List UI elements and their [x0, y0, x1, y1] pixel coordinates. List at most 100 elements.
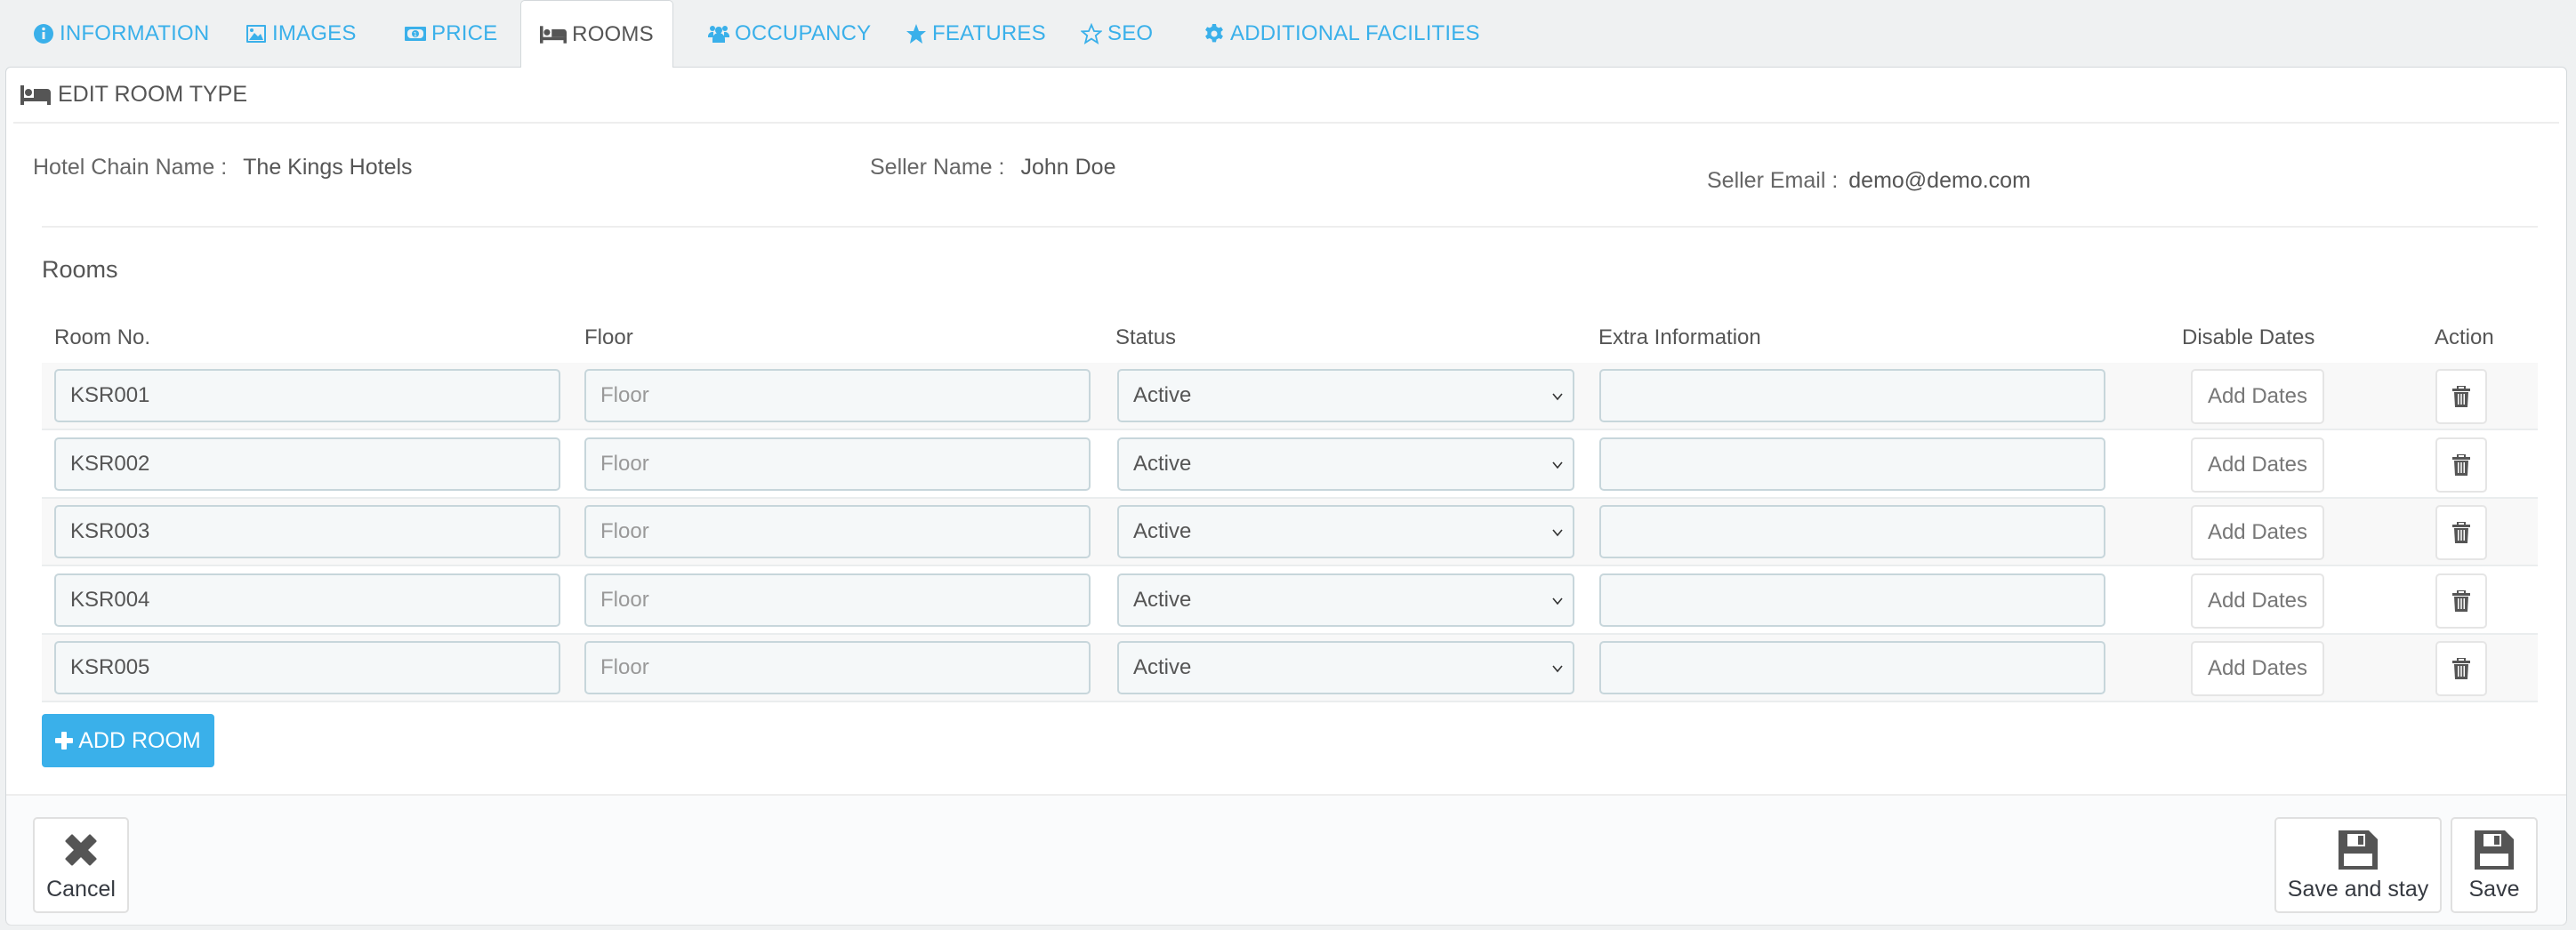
chevron-down-icon — [1552, 529, 1563, 537]
tab-seo[interactable]: SEO — [1081, 0, 1153, 67]
tab-label: INFORMATION — [60, 20, 210, 45]
delete-room-button[interactable] — [2435, 437, 2487, 493]
tab-images[interactable]: IMAGES — [246, 0, 357, 67]
add-room-label: ADD ROOM — [78, 727, 201, 753]
status-select[interactable]: Active — [1117, 641, 1574, 694]
save-icon — [2339, 830, 2378, 870]
status-value: Active — [1133, 587, 1192, 612]
seller-email-label: Seller Email : — [1707, 168, 1839, 193]
add-dates-button[interactable]: Add Dates — [2191, 369, 2324, 424]
table-row: KSR005 Floor Active Add Dates — [42, 635, 2538, 702]
trash-icon — [2452, 453, 2470, 476]
tab-label: SEO — [1107, 20, 1154, 45]
save-and-stay-button[interactable]: Save and stay — [2274, 817, 2442, 913]
status-select[interactable]: Active — [1117, 369, 1574, 422]
status-select[interactable]: Active — [1117, 505, 1574, 558]
add-room-button[interactable]: ADD ROOM — [42, 714, 214, 767]
chevron-down-icon — [1552, 665, 1563, 673]
extra-information-input[interactable] — [1599, 641, 2105, 694]
close-icon — [65, 834, 97, 865]
tab-label: ADDITIONAL FACILITIES — [1230, 20, 1480, 45]
tab-label: IMAGES — [272, 20, 357, 45]
add-dates-button[interactable]: Add Dates — [2191, 641, 2324, 696]
hotel-chain-label: Hotel Chain Name : — [33, 155, 228, 180]
chevron-down-icon — [1552, 461, 1563, 469]
status-select[interactable]: Active — [1117, 573, 1574, 627]
trash-icon — [2452, 589, 2470, 612]
rooms-table-header: Room No. Floor Status Extra Information … — [42, 315, 2538, 365]
save-button[interactable]: Save — [2451, 817, 2538, 913]
rooms-section-label: Rooms — [42, 256, 118, 283]
tab-bar: INFORMATION IMAGES 1 PRICE ROOMS OCCUPAN… — [0, 0, 2576, 68]
table-row: KSR003 Floor Active Add Dates — [42, 499, 2538, 566]
users-icon — [708, 25, 729, 43]
svg-text:1: 1 — [414, 31, 418, 38]
tab-information[interactable]: INFORMATION — [33, 0, 209, 67]
panel-heading: EDIT ROOM TYPE — [20, 82, 247, 108]
delete-room-button[interactable] — [2435, 505, 2487, 560]
star-outline-icon — [1081, 22, 1102, 44]
column-header-action: Action — [2435, 325, 2494, 349]
table-row: KSR002 Floor Active Add Dates — [42, 430, 2538, 499]
status-select[interactable]: Active — [1117, 437, 1574, 491]
floor-input[interactable]: Floor — [584, 641, 1091, 694]
add-dates-button[interactable]: Add Dates — [2191, 437, 2324, 493]
status-value: Active — [1133, 383, 1192, 407]
chevron-down-icon — [1552, 393, 1563, 401]
floor-input[interactable]: Floor — [584, 505, 1091, 558]
status-value: Active — [1133, 519, 1192, 543]
heading-divider — [13, 122, 2559, 124]
extra-information-input[interactable] — [1599, 437, 2105, 491]
room-no-input[interactable]: KSR003 — [54, 505, 560, 558]
tab-price[interactable]: 1 PRICE — [405, 0, 497, 67]
cancel-button[interactable]: Cancel — [33, 817, 129, 913]
room-no-input[interactable]: KSR002 — [54, 437, 560, 491]
floor-input[interactable]: Floor — [584, 437, 1091, 491]
cancel-label: Cancel — [46, 876, 116, 902]
plus-icon — [55, 732, 74, 750]
save-icon — [2475, 830, 2514, 870]
status-value: Active — [1133, 451, 1192, 476]
save-label: Save — [2468, 876, 2520, 902]
tab-occupancy[interactable]: OCCUPANCY — [708, 0, 871, 67]
seller-name-label: Seller Name : — [870, 155, 1005, 180]
column-header-disable-dates: Disable Dates — [2182, 325, 2315, 349]
tab-label: FEATURES — [932, 20, 1046, 45]
extra-information-input[interactable] — [1599, 369, 2105, 422]
tab-additional-facilities[interactable]: ADDITIONAL FACILITIES — [1203, 0, 1480, 67]
tab-features[interactable]: FEATURES — [906, 0, 1046, 67]
add-dates-button[interactable]: Add Dates — [2191, 505, 2324, 560]
panel-title: EDIT ROOM TYPE — [58, 82, 248, 107]
edit-room-type-panel: EDIT ROOM TYPE Hotel Chain Name : The Kin… — [5, 67, 2567, 925]
add-dates-button[interactable]: Add Dates — [2191, 573, 2324, 629]
chevron-down-icon — [1552, 597, 1563, 605]
panel-footer: Cancel Save and stay Save — [6, 794, 2566, 925]
floor-input[interactable]: Floor — [584, 573, 1091, 627]
trash-icon — [2452, 386, 2470, 407]
image-icon — [246, 24, 266, 43]
room-no-input[interactable]: KSR001 — [54, 369, 560, 422]
table-row: KSR004 Floor Active Add Dates — [42, 566, 2538, 635]
save-and-stay-label: Save and stay — [2287, 876, 2429, 902]
delete-room-button[interactable] — [2435, 369, 2487, 424]
trash-icon — [2452, 658, 2470, 679]
hotel-chain-value: The Kings Hotels — [243, 155, 413, 180]
seller-name-info: Seller Name : John Doe — [870, 155, 1115, 180]
extra-information-input[interactable] — [1599, 573, 2105, 627]
floor-input[interactable]: Floor — [584, 369, 1091, 422]
column-header-status: Status — [1115, 325, 1177, 349]
room-no-input[interactable]: KSR004 — [54, 573, 560, 627]
tab-label: PRICE — [431, 20, 498, 45]
delete-room-button[interactable] — [2435, 641, 2487, 696]
room-no-input[interactable]: KSR005 — [54, 641, 560, 694]
extra-information-input[interactable] — [1599, 505, 2105, 558]
seller-name-value: John Doe — [1020, 155, 1116, 180]
bed-icon — [20, 84, 51, 105]
bed-icon — [540, 25, 568, 44]
info-divider — [42, 226, 2538, 228]
delete-room-button[interactable] — [2435, 573, 2487, 629]
status-value: Active — [1133, 655, 1192, 679]
tab-rooms[interactable]: ROOMS — [520, 0, 673, 68]
tab-label: ROOMS — [572, 21, 654, 46]
trash-icon — [2452, 522, 2470, 543]
